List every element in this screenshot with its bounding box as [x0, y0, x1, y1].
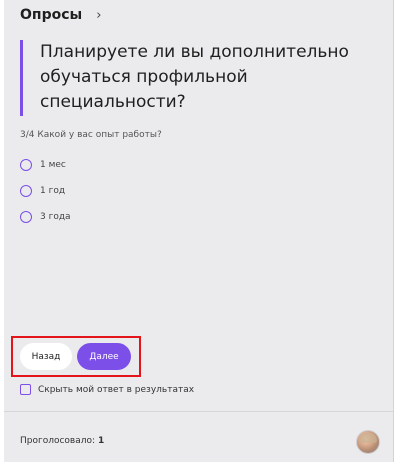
- vote-count-value: 1: [98, 436, 105, 446]
- avatar-image: [359, 433, 377, 443]
- back-button[interactable]: Назад: [20, 343, 72, 370]
- subquestion-text: 3/4 Какой у вас опыт работы?: [20, 130, 162, 140]
- question-text: Планируете ли вы дополнительно обучаться…: [40, 42, 349, 112]
- vote-count-label: Проголосовало:: [20, 436, 96, 446]
- poll-title[interactable]: Опросы: [20, 7, 82, 23]
- hide-answer-checkbox[interactable]: [20, 384, 31, 395]
- option-3-years[interactable]: 3 года: [20, 211, 71, 223]
- chevron-right-icon[interactable]: ›: [96, 9, 101, 22]
- poll-header[interactable]: Опросы ›: [20, 5, 101, 25]
- option-1-month[interactable]: 1 мес: [20, 159, 66, 171]
- footer-divider: [4, 411, 393, 412]
- poll-card: Опросы › Планируете ли вы дополнительно …: [4, 0, 394, 462]
- option-1-year[interactable]: 1 год: [20, 185, 65, 197]
- voter-avatar[interactable]: [356, 430, 380, 454]
- option-label: 1 год: [40, 186, 66, 196]
- hide-answer-label[interactable]: Скрыть мой ответ в результатах: [38, 385, 194, 395]
- option-label: 3 года: [40, 212, 71, 222]
- option-label: 1 мес: [40, 160, 66, 170]
- question-block: Планируете ли вы дополнительно обучаться…: [20, 40, 360, 116]
- radio-button[interactable]: [20, 211, 32, 223]
- vote-count: Проголосовало: 1: [20, 436, 104, 446]
- next-button[interactable]: Далее: [77, 343, 131, 370]
- radio-button[interactable]: [20, 159, 32, 171]
- radio-button[interactable]: [20, 185, 32, 197]
- hide-answer-toggle[interactable]: Скрыть мой ответ в результатах: [20, 384, 194, 395]
